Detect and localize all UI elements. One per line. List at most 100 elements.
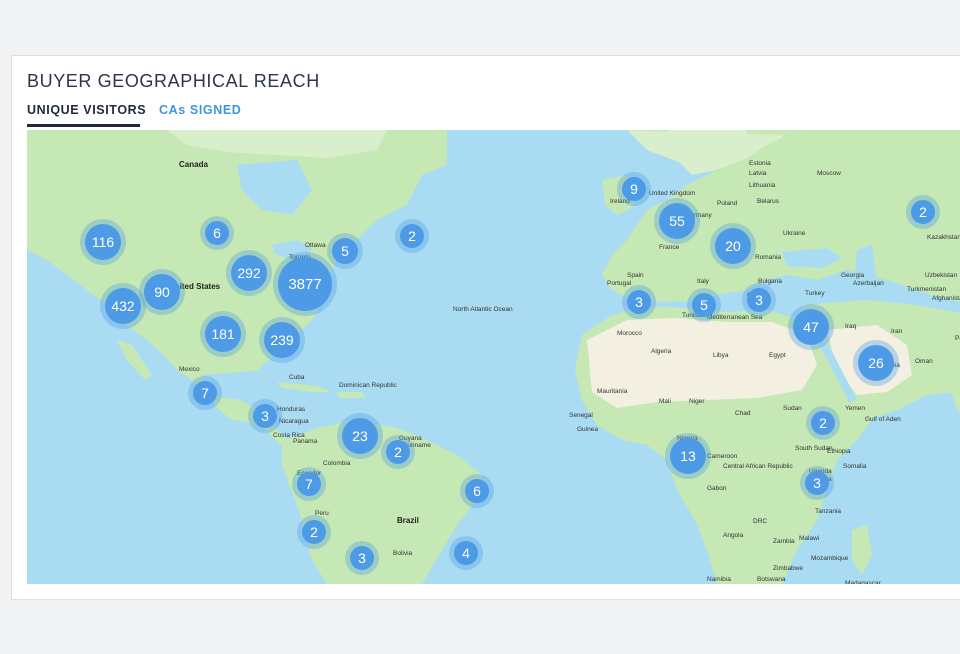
map-land-layer [27, 130, 960, 584]
place-label: Georgia [841, 272, 865, 279]
place-label: Pakistan [955, 335, 960, 342]
place-label: Romania [755, 254, 782, 261]
place-label: Sudan [783, 405, 802, 412]
place-label: Peru [315, 510, 329, 517]
visitor-cluster-marker[interactable]: 3877 [278, 257, 332, 311]
place-label: Malawi [799, 535, 820, 542]
visitor-cluster-marker[interactable]: 432 [105, 288, 141, 324]
place-label: Spain [627, 272, 644, 279]
place-label: Mauritania [597, 388, 628, 395]
place-label: Uzbekistan [925, 272, 958, 279]
place-label: Zambia [773, 538, 795, 545]
place-label: Honduras [277, 406, 306, 413]
place-label: Yemen [845, 405, 865, 412]
visitor-cluster-marker[interactable]: 239 [264, 322, 300, 358]
place-label: Gabon [707, 485, 727, 492]
visitor-cluster-marker[interactable]: 2 [811, 411, 835, 435]
hispaniola [337, 392, 365, 398]
visitor-cluster-marker[interactable]: 2 [302, 520, 326, 544]
place-label: Poland [717, 200, 738, 207]
visitor-cluster-marker[interactable]: 9 [622, 177, 646, 201]
visitor-cluster-marker[interactable]: 181 [205, 316, 241, 352]
visitor-cluster-marker[interactable]: 26 [858, 345, 894, 381]
place-label: Azerbaijan [853, 280, 884, 287]
baja-california [117, 340, 152, 380]
place-label: Iraq [845, 323, 857, 330]
visitor-cluster-marker[interactable]: 5 [332, 238, 358, 264]
visitor-cluster-marker[interactable]: 3 [805, 471, 829, 495]
place-label: Nicaragua [279, 418, 309, 425]
place-label: North Atlantic Ocean [453, 306, 513, 313]
place-label: Algeria [651, 348, 672, 355]
visitor-cluster-marker[interactable]: 47 [793, 309, 829, 345]
place-label: Ottawa [305, 242, 326, 249]
visitor-cluster-marker[interactable]: 3 [747, 288, 771, 312]
active-tab-underline [27, 124, 140, 127]
place-label: Botswana [757, 576, 786, 583]
visitor-cluster-marker[interactable]: 5 [692, 293, 716, 317]
top-band [0, 0, 960, 22]
visitor-cluster-marker[interactable]: 55 [659, 203, 695, 239]
place-label: Chad [735, 410, 751, 417]
place-label: Somalia [843, 463, 867, 470]
place-label: Bulgaria [758, 278, 782, 285]
geo-reach-card: BUYER GEOGRAPHICAL REACH UNIQUE VISITORS… [11, 55, 960, 600]
visitor-cluster-marker[interactable]: 4 [454, 541, 478, 565]
cuba [277, 382, 332, 392]
visitor-cluster-marker[interactable]: 13 [670, 438, 706, 474]
visitor-cluster-marker[interactable]: 6 [205, 221, 229, 245]
visitor-cluster-marker[interactable]: 90 [144, 274, 180, 310]
visitor-cluster-marker[interactable]: 2 [386, 440, 410, 464]
place-label: Ethiopia [827, 448, 851, 455]
visitor-cluster-marker[interactable]: 20 [715, 228, 751, 264]
place-label: Angola [723, 532, 744, 539]
place-label: Turkmenistan [907, 286, 947, 293]
bottom-band [0, 630, 960, 654]
visitor-cluster-marker[interactable]: 2 [400, 224, 424, 248]
place-label: Belarus [757, 198, 780, 205]
visitor-cluster-marker[interactable]: 3 [350, 546, 374, 570]
tab-unique-visitors-label: UNIQUE VISITORS [27, 103, 147, 117]
place-label: Senegal [569, 412, 593, 419]
madagascar [852, 525, 872, 575]
place-label: DRC [753, 518, 768, 525]
visitor-cluster-marker[interactable]: 7 [297, 472, 321, 496]
card-title: BUYER GEOGRAPHICAL REACH [27, 71, 320, 91]
place-label: Kazakhstan [927, 234, 960, 241]
tab-cas-signed[interactable]: CAs SIGNED [159, 103, 241, 117]
visitor-cluster-marker[interactable]: 6 [465, 479, 489, 503]
place-label: Portugal [607, 280, 632, 287]
place-label: Moscow [817, 170, 841, 177]
place-label: Mali [659, 398, 671, 405]
place-label: Niger [689, 398, 705, 405]
visitor-cluster-marker[interactable]: 3 [627, 290, 651, 314]
place-label: Colombia [323, 460, 351, 467]
place-label: Canada [179, 160, 208, 169]
visitor-cluster-marker[interactable]: 116 [85, 224, 121, 260]
visitor-cluster-marker[interactable]: 3 [253, 404, 277, 428]
place-label: Mozambique [811, 555, 849, 562]
place-label: Italy [697, 278, 709, 285]
place-label: Oman [915, 358, 933, 365]
tab-cas-signed-label: CAs SIGNED [159, 103, 242, 117]
visitor-cluster-marker[interactable]: 2 [911, 200, 935, 224]
visitor-cluster-marker[interactable]: 292 [231, 255, 267, 291]
tab-unique-visitors[interactable]: UNIQUE VISITORS [27, 103, 147, 127]
place-label: Latvia [749, 170, 767, 177]
place-label: Zimbabwe [773, 565, 803, 572]
place-label: Afghanistan [932, 295, 960, 302]
place-label: United Kingdom [649, 190, 696, 197]
visitor-cluster-marker[interactable]: 7 [193, 381, 217, 405]
place-label: Cameroon [707, 453, 738, 460]
place-label: Cuba [289, 374, 305, 381]
place-label: Lithuania [749, 182, 776, 189]
place-label: Morocco [617, 330, 642, 337]
place-label: Ukraine [783, 230, 806, 237]
place-label: Madagascar [845, 580, 881, 584]
world-map[interactable]: Canada United States Mexico Cuba Dominican R… [27, 130, 960, 584]
place-label: Guinea [577, 426, 598, 433]
visitor-cluster-marker[interactable]: 23 [342, 418, 378, 454]
place-label: Namibia [707, 576, 731, 583]
place-label: Bolivia [393, 550, 413, 557]
place-label: Gulf of Aden [865, 416, 901, 423]
